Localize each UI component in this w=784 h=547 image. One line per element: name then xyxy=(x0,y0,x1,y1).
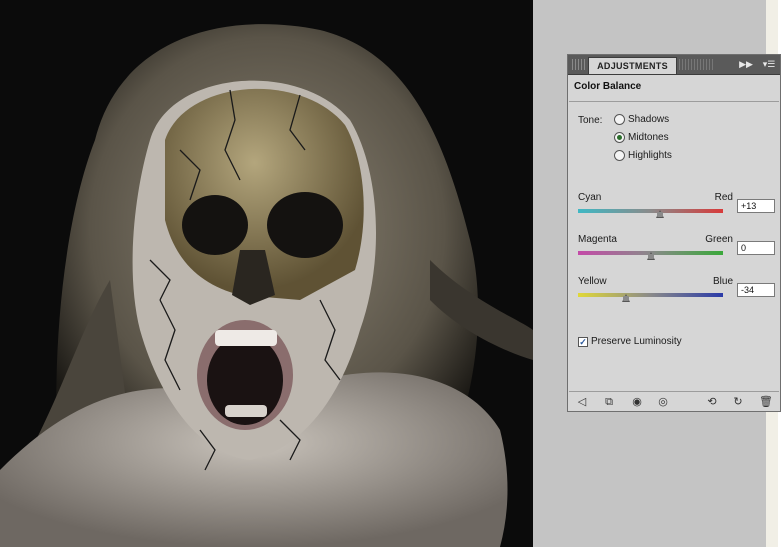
yellow-blue-slider: Yellow Blue -34 xyxy=(578,276,775,316)
panel-tab-bar: ADJUSTMENTS ▶▶ ▾☰ xyxy=(568,55,780,75)
undo-icon[interactable]: ↻ xyxy=(730,395,746,409)
adjustments-panel: ADJUSTMENTS ▶▶ ▾☰ Color Balance Tone: Sh… xyxy=(567,54,781,412)
cyan-red-slider: Cyan Red +13 xyxy=(578,192,775,232)
view-previous-icon[interactable]: ◎ xyxy=(655,395,671,409)
double-arrow-icon[interactable]: ▶▶ xyxy=(738,57,754,72)
preserve-luminosity-checkbox[interactable]: ✓ Preserve Luminosity xyxy=(578,336,682,347)
tab-adjustments[interactable]: ADJUSTMENTS xyxy=(588,57,677,74)
radio-highlights[interactable]: Highlights xyxy=(614,148,672,162)
panel-title: Color Balance xyxy=(574,81,642,92)
panel-grip-icon[interactable] xyxy=(572,59,586,70)
radio-shadows[interactable]: Shadows xyxy=(614,112,669,126)
photo-image xyxy=(0,24,533,547)
radio-button[interactable] xyxy=(614,149,625,161)
divider xyxy=(569,101,779,102)
back-arrow-icon[interactable]: ◁ xyxy=(574,395,590,409)
panel-menu-icon[interactable]: ▾☰ xyxy=(761,57,777,72)
slider-right-label: Green xyxy=(705,234,733,245)
clip-layer-icon[interactable]: ⧉ xyxy=(601,395,617,409)
slider-thumb[interactable] xyxy=(621,294,630,302)
radio-button[interactable] xyxy=(614,113,625,125)
tab-grip-icon[interactable] xyxy=(679,59,713,70)
slider-left-label: Magenta xyxy=(578,234,617,245)
slider-track[interactable] xyxy=(578,209,723,213)
slider-thumb[interactable] xyxy=(646,252,655,260)
slider-thumb[interactable] xyxy=(655,210,664,218)
radio-midtones[interactable]: Midtones xyxy=(614,130,669,144)
radio-label: Midtones xyxy=(628,131,669,143)
radio-label: Highlights xyxy=(628,149,672,161)
slider-left-label: Yellow xyxy=(578,276,607,287)
radio-label: Shadows xyxy=(628,113,670,125)
visibility-eye-icon[interactable]: ◉ xyxy=(629,395,645,409)
radio-button[interactable] xyxy=(614,131,625,143)
checkbox-label: Preserve Luminosity xyxy=(591,336,682,347)
slider-value-input[interactable]: +13 xyxy=(737,199,775,213)
magenta-green-slider: Magenta Green 0 xyxy=(578,234,775,274)
document-canvas[interactable] xyxy=(0,0,533,547)
slider-left-label: Cyan xyxy=(578,192,602,203)
slider-right-label: Red xyxy=(714,192,733,203)
slider-value-input[interactable]: -34 xyxy=(737,283,775,297)
divider xyxy=(569,391,779,392)
delete-icon[interactable]: 🗑 xyxy=(758,395,774,409)
slider-value-input[interactable]: 0 xyxy=(737,241,775,255)
slider-track[interactable] xyxy=(578,293,723,297)
reset-icon[interactable]: ⟲ xyxy=(704,395,720,409)
tone-label: Tone: xyxy=(578,115,603,126)
slider-right-label: Blue xyxy=(712,276,733,287)
checkbox[interactable]: ✓ xyxy=(578,336,588,347)
